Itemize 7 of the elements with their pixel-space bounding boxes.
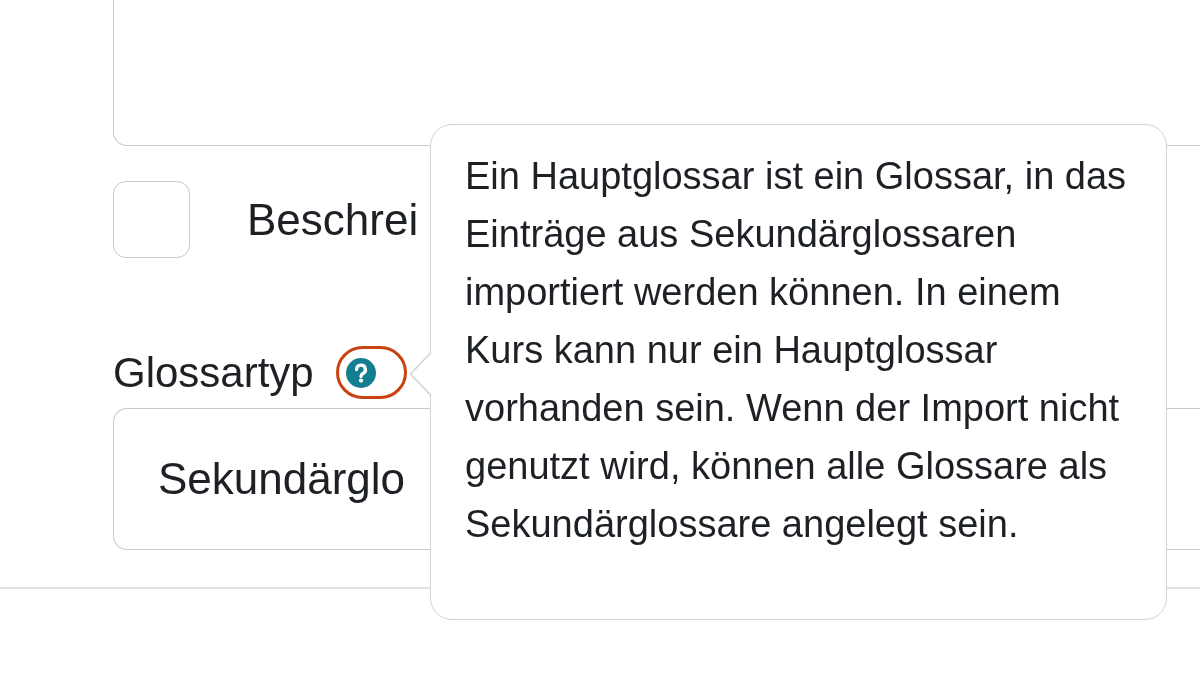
help-button[interactable] xyxy=(335,346,407,399)
tooltip-text: Ein Hauptglossar ist ein Glossar, in das Einträge aus Sekundärglossaren importiert werden können. In einem Kurs kann nur ein Hauptglossar vorhanden sein. Wenn der Import nicht genutzt wird, können alle Glossare als Sekundärglossare angelegt sein. xyxy=(465,154,1128,547)
textarea-field[interactable] xyxy=(113,0,1200,146)
field-label: Glossartyp xyxy=(113,347,314,398)
help-icon xyxy=(346,357,377,388)
checkbox[interactable] xyxy=(113,181,190,258)
checkbox-label: Beschrei xyxy=(247,193,419,246)
